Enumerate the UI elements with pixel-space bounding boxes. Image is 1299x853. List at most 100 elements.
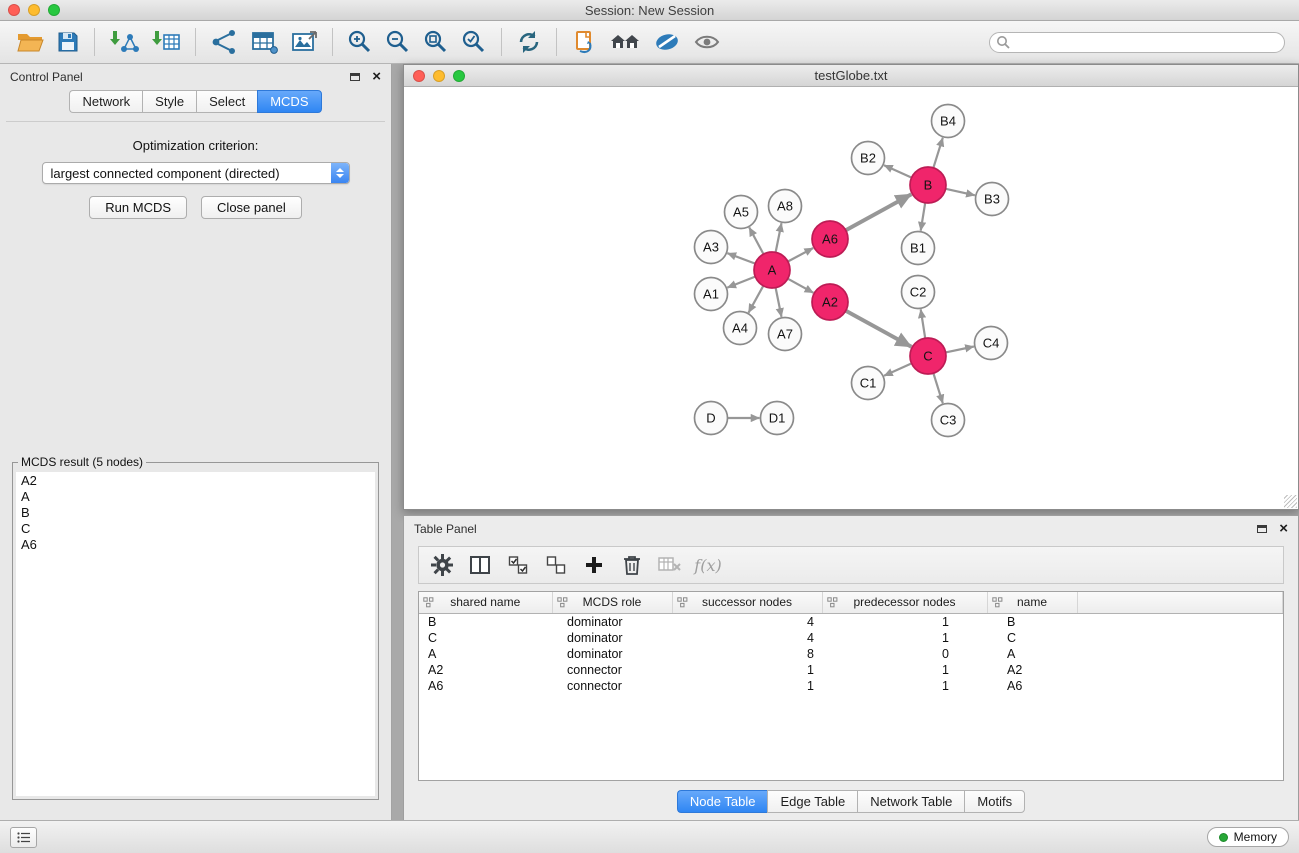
graph-edge-A-A7[interactable] <box>776 288 782 317</box>
graph-node-B2[interactable]: B2 <box>852 142 885 175</box>
cell[interactable]: 1 <box>672 662 822 678</box>
cell[interactable]: A6 <box>987 678 1077 694</box>
zoom-in-icon[interactable] <box>341 24 379 60</box>
graph-node-B[interactable]: B <box>910 167 946 203</box>
table-float-panel-icon[interactable] <box>1257 525 1267 533</box>
tab-style[interactable]: Style <box>142 90 196 113</box>
memory-button[interactable]: Memory <box>1207 827 1289 847</box>
cell[interactable]: A2 <box>419 662 552 678</box>
graph-edge-C-C4[interactable] <box>946 347 974 353</box>
graph-edge-A-A8[interactable] <box>776 223 782 252</box>
deselect-all-rows-icon[interactable] <box>541 550 571 580</box>
cell[interactable]: 8 <box>672 646 822 662</box>
search-input[interactable] <box>989 32 1285 53</box>
network-close-button[interactable] <box>413 70 425 82</box>
column-header-shared-name[interactable]: shared name <box>419 592 552 613</box>
graph-node-C1[interactable]: C1 <box>852 367 885 400</box>
graph-edge-A-A1[interactable] <box>727 277 755 288</box>
cell[interactable]: C <box>987 630 1077 646</box>
table-settings-gear-icon[interactable] <box>427 550 457 580</box>
graph-node-A1[interactable]: A1 <box>695 278 728 311</box>
table-row[interactable]: A6connector11A6 <box>419 678 1283 694</box>
tab-select[interactable]: Select <box>196 90 257 113</box>
graph-node-C3[interactable]: C3 <box>932 404 965 437</box>
import-network-from-file-icon[interactable] <box>103 24 145 60</box>
cell[interactable]: 1 <box>672 678 822 694</box>
network-canvas[interactable]: AA6A2BCA5A8A3A1A4A7B2B4B3B1C2C4C1C3DD1 <box>404 87 1298 508</box>
graph-node-C[interactable]: C <box>910 338 946 374</box>
new-network-icon[interactable] <box>204 24 244 60</box>
table-close-panel-icon[interactable]: × <box>1279 524 1288 534</box>
show-hide-eye-icon[interactable] <box>687 24 727 60</box>
network-minimize-button[interactable] <box>433 70 445 82</box>
cell[interactable]: 1 <box>822 630 987 646</box>
export-image-icon[interactable] <box>284 24 324 60</box>
cell[interactable]: B <box>419 613 552 630</box>
graph-edge-A-A5[interactable] <box>749 227 763 254</box>
copy-page-icon[interactable] <box>565 24 603 60</box>
table-row[interactable]: Cdominator41C <box>419 630 1283 646</box>
add-row-icon[interactable] <box>579 550 609 580</box>
run-mcds-button[interactable]: Run MCDS <box>89 196 187 219</box>
graph-edge-C-C1[interactable] <box>884 363 912 375</box>
graph-node-A4[interactable]: A4 <box>724 312 757 345</box>
graph-edge-A-A4[interactable] <box>749 286 764 313</box>
cell[interactable]: A <box>419 646 552 662</box>
resize-grip[interactable] <box>1284 495 1297 508</box>
graph-node-A8[interactable]: A8 <box>769 190 802 223</box>
cell[interactable]: 1 <box>822 613 987 630</box>
task-history-button[interactable] <box>10 827 37 848</box>
close-panel-button[interactable]: Close panel <box>201 196 302 219</box>
graph-node-A2[interactable]: A2 <box>812 284 848 320</box>
show-columns-icon[interactable] <box>465 550 495 580</box>
graph-edge-A-A6[interactable] <box>788 248 813 262</box>
cell[interactable]: B <box>987 613 1077 630</box>
graph-edge-B-B3[interactable] <box>946 189 975 196</box>
save-session-icon[interactable] <box>50 24 86 60</box>
network-zoom-button[interactable] <box>453 70 465 82</box>
graph-node-C2[interactable]: C2 <box>902 276 935 309</box>
cell[interactable]: dominator <box>552 613 672 630</box>
graph-edge-B-B1[interactable] <box>921 203 926 231</box>
table-row[interactable]: Bdominator41B <box>419 613 1283 630</box>
cell[interactable]: 1 <box>822 678 987 694</box>
graph-node-B1[interactable]: B1 <box>902 232 935 265</box>
cell[interactable]: 4 <box>672 630 822 646</box>
cell[interactable]: connector <box>552 662 672 678</box>
result-item[interactable]: C <box>19 521 372 537</box>
tab-edge-table[interactable]: Edge Table <box>767 790 857 813</box>
cell[interactable]: dominator <box>552 630 672 646</box>
app-titlebar[interactable]: Session: New Session <box>0 0 1299 21</box>
result-item[interactable]: B <box>19 505 372 521</box>
result-item[interactable]: A <box>19 489 372 505</box>
column-header-successor-nodes[interactable]: successor nodes <box>672 592 822 613</box>
tab-node-table[interactable]: Node Table <box>677 790 768 813</box>
cell[interactable]: A <box>987 646 1077 662</box>
zoom-fit-content-icon[interactable] <box>417 24 455 60</box>
graph-edge-A-A3[interactable] <box>727 253 755 263</box>
new-network-from-table-icon[interactable] <box>244 24 284 60</box>
open-file-icon[interactable] <box>10 24 50 60</box>
cell[interactable]: C <box>419 630 552 646</box>
tab-network[interactable]: Network <box>69 90 142 113</box>
home-views-icon[interactable] <box>603 24 647 60</box>
graph-edge-C-C2[interactable] <box>921 309 926 338</box>
zoom-selected-icon[interactable] <box>455 24 493 60</box>
tab-motifs[interactable]: Motifs <box>964 790 1025 813</box>
graph-edge-B-B2[interactable] <box>884 165 912 177</box>
graph-node-A5[interactable]: A5 <box>725 196 758 229</box>
column-header-name[interactable]: name <box>987 592 1077 613</box>
graph-node-D[interactable]: D <box>695 402 728 435</box>
close-panel-icon[interactable]: × <box>372 72 381 82</box>
graph-node-A3[interactable]: A3 <box>695 231 728 264</box>
column-header-MCDS-role[interactable]: MCDS role <box>552 592 672 613</box>
graph-node-D1[interactable]: D1 <box>761 402 794 435</box>
float-panel-icon[interactable] <box>350 73 360 81</box>
criterion-select[interactable]: largest connected component (directed) <box>42 162 350 184</box>
result-item[interactable]: A6 <box>19 537 372 553</box>
graph-node-C4[interactable]: C4 <box>975 327 1008 360</box>
table-row[interactable]: A2connector11A2 <box>419 662 1283 678</box>
tab-mcds[interactable]: MCDS <box>257 90 321 113</box>
cell[interactable]: 4 <box>672 613 822 630</box>
import-table-from-file-icon[interactable] <box>145 24 187 60</box>
